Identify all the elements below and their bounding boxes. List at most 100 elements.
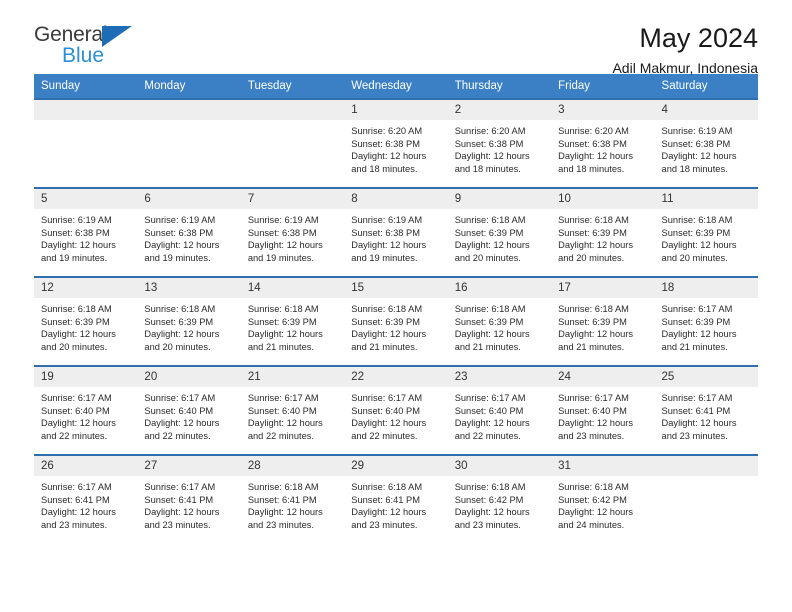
- day-sunset-text: Sunset: 6:41 PM: [351, 494, 420, 505]
- calendar-cell-day[interactable]: 29 Sunrise: 6:18 AM Sunset: 6:41 PM Dayligh…: [344, 454, 448, 544]
- day-sunset-text: Sunset: 6:39 PM: [351, 316, 420, 327]
- calendar-cell-day[interactable]: 31 Sunrise: 6:18 AM Sunset: 6:42 PM Dayligh…: [551, 454, 655, 544]
- day-daylight-text: and 20 minutes.: [661, 252, 728, 263]
- calendar-cell-day[interactable]: 13 Sunrise: 6:18 AM Sunset: 6:39 PM Dayligh…: [137, 276, 241, 366]
- day-sunrise-text: Sunrise: 6:18 AM: [454, 304, 526, 314]
- day-sunrise-text: Sunrise: 6:17 AM: [558, 393, 629, 403]
- calendar-cell-day[interactable]: 10 Sunrise: 6:18 AM Sunset: 6:39 PM Dayligh…: [551, 187, 655, 277]
- day-sunset-text: Sunset: 6:39 PM: [41, 316, 110, 327]
- day-details: Sunrise: 6:18 AM Sunset: 6:39 PM Daylight:…: [448, 209, 551, 264]
- day-number: [240, 100, 345, 120]
- day-daylight-text: and 20 minutes.: [41, 341, 108, 352]
- day-number: 12: [34, 278, 138, 298]
- day-daylight-text: and 23 minutes.: [558, 430, 625, 441]
- calendar-cell-day[interactable]: 26 Sunrise: 6:17 AM Sunset: 6:41 PM Dayligh…: [34, 454, 138, 544]
- day-sunset-text: Sunset: 6:41 PM: [661, 405, 731, 416]
- day-daylight-text: and 21 minutes.: [247, 341, 314, 352]
- day-sunset-text: Sunset: 6:38 PM: [247, 227, 317, 238]
- calendar-cell-day[interactable]: 11 Sunrise: 6:18 AM Sunset: 6:39 PM Dayligh…: [654, 187, 758, 277]
- day-sunrise-text: Sunrise: 6:17 AM: [247, 393, 319, 403]
- calendar-cell-day[interactable]: 19 Sunrise: 6:17 AM Sunset: 6:40 PM Dayligh…: [34, 365, 138, 455]
- day-number: 13: [137, 278, 241, 298]
- day-number: 28: [240, 456, 345, 476]
- calendar-wrapper: Sunday Monday Tuesday Wednesday Thursday…: [34, 74, 758, 544]
- calendar-cell-day[interactable]: 3 Sunrise: 6:20 AM Sunset: 6:38 PM Daylight…: [551, 98, 655, 188]
- calendar-cell-day[interactable]: 2 Sunrise: 6:20 AM Sunset: 6:38 PM Daylight…: [447, 98, 552, 188]
- day-details: Sunrise: 6:17 AM Sunset: 6:40 PM Daylight:…: [34, 387, 137, 442]
- calendar-week-row: 26 Sunrise: 6:17 AM Sunset: 6:41 PM Dayligh…: [34, 454, 758, 544]
- day-daylight-text: and 22 minutes.: [454, 430, 521, 441]
- calendar-cell-day[interactable]: 16 Sunrise: 6:18 AM Sunset: 6:39 PM Dayligh…: [447, 276, 552, 366]
- day-daylight-text: Daylight: 12 hours: [661, 418, 737, 429]
- day-number: 6: [137, 189, 241, 209]
- day-details: Sunrise: 6:17 AM Sunset: 6:39 PM Daylight:…: [655, 298, 758, 353]
- day-number: 26: [34, 456, 138, 476]
- calendar-cell-day[interactable]: 25 Sunrise: 6:17 AM Sunset: 6:41 PM Dayligh…: [654, 365, 758, 455]
- day-details: Sunrise: 6:17 AM Sunset: 6:40 PM Daylight:…: [344, 387, 447, 442]
- calendar-cell-day[interactable]: 22 Sunrise: 6:17 AM Sunset: 6:40 PM Dayligh…: [344, 365, 448, 455]
- calendar-cell-day[interactable]: 30 Sunrise: 6:18 AM Sunset: 6:42 PM Dayligh…: [447, 454, 552, 544]
- day-number: 17: [551, 278, 655, 298]
- day-daylight-text: and 21 minutes.: [351, 341, 418, 352]
- day-number: 5: [34, 189, 138, 209]
- calendar-cell-day[interactable]: 12 Sunrise: 6:18 AM Sunset: 6:39 PM Dayligh…: [34, 276, 138, 366]
- day-daylight-text: and 21 minutes.: [661, 341, 728, 352]
- calendar-cell-day[interactable]: 7 Sunrise: 6:19 AM Sunset: 6:38 PM Daylight…: [240, 187, 345, 277]
- day-daylight-text: Daylight: 12 hours: [41, 507, 116, 518]
- day-details: Sunrise: 6:18 AM Sunset: 6:39 PM Daylight:…: [241, 298, 344, 353]
- day-details: Sunrise: 6:18 AM Sunset: 6:39 PM Daylight:…: [34, 298, 137, 353]
- day-daylight-text: and 19 minutes.: [144, 252, 211, 263]
- calendar-cell-day[interactable]: 9 Sunrise: 6:18 AM Sunset: 6:39 PM Daylight…: [447, 187, 552, 277]
- day-daylight-text: Daylight: 12 hours: [351, 329, 427, 340]
- day-number: 1: [344, 100, 448, 120]
- brand-name-blue: Blue: [62, 44, 105, 67]
- brand-name-general: General: [34, 23, 108, 46]
- day-number: 27: [137, 456, 241, 476]
- day-daylight-text: Daylight: 12 hours: [144, 329, 220, 340]
- day-daylight-text: Daylight: 12 hours: [661, 151, 737, 162]
- day-sunset-text: Sunset: 6:39 PM: [454, 316, 524, 327]
- day-number: 16: [447, 278, 552, 298]
- day-details: Sunrise: 6:18 AM Sunset: 6:42 PM Daylight:…: [551, 476, 654, 531]
- calendar-cell-day[interactable]: 18 Sunrise: 6:17 AM Sunset: 6:39 PM Dayligh…: [654, 276, 758, 366]
- day-daylight-text: Daylight: 12 hours: [41, 418, 116, 429]
- day-daylight-text: Daylight: 12 hours: [661, 240, 737, 251]
- day-daylight-text: Daylight: 12 hours: [454, 507, 530, 518]
- day-daylight-text: Daylight: 12 hours: [247, 240, 323, 251]
- brand-logo[interactable]: General Blue: [34, 24, 164, 67]
- calendar-cell-day[interactable]: 20 Sunrise: 6:17 AM Sunset: 6:40 PM Dayligh…: [137, 365, 241, 455]
- calendar-cell-day[interactable]: 8 Sunrise: 6:19 AM Sunset: 6:38 PM Daylight…: [344, 187, 448, 277]
- day-daylight-text: and 18 minutes.: [661, 163, 728, 174]
- calendar-cell-day[interactable]: 17 Sunrise: 6:18 AM Sunset: 6:39 PM Dayligh…: [551, 276, 655, 366]
- day-number: [34, 100, 138, 120]
- calendar-cell-day[interactable]: 15 Sunrise: 6:18 AM Sunset: 6:39 PM Dayligh…: [344, 276, 448, 366]
- day-daylight-text: and 20 minutes.: [454, 252, 521, 263]
- calendar-cell-day[interactable]: 21 Sunrise: 6:17 AM Sunset: 6:40 PM Dayligh…: [240, 365, 345, 455]
- day-sunset-text: Sunset: 6:39 PM: [558, 316, 627, 327]
- day-daylight-text: and 23 minutes.: [247, 519, 314, 530]
- day-sunrise-text: Sunrise: 6:20 AM: [558, 126, 629, 136]
- day-sunrise-text: Sunrise: 6:18 AM: [558, 482, 629, 492]
- calendar-cell-day[interactable]: 4 Sunrise: 6:19 AM Sunset: 6:38 PM Daylight…: [654, 98, 758, 188]
- day-daylight-text: Daylight: 12 hours: [144, 240, 220, 251]
- calendar-cell-day[interactable]: 5 Sunrise: 6:19 AM Sunset: 6:38 PM Daylight…: [34, 187, 138, 277]
- day-daylight-text: and 21 minutes.: [558, 341, 625, 352]
- day-sunset-text: Sunset: 6:40 PM: [558, 405, 627, 416]
- day-details: Sunrise: 6:19 AM Sunset: 6:38 PM Daylight:…: [34, 209, 137, 264]
- calendar-cell-day[interactable]: 6 Sunrise: 6:19 AM Sunset: 6:38 PM Daylight…: [137, 187, 241, 277]
- day-number: 20: [137, 367, 241, 387]
- day-sunset-text: Sunset: 6:38 PM: [351, 138, 420, 149]
- calendar-cell-day[interactable]: 24 Sunrise: 6:17 AM Sunset: 6:40 PM Dayligh…: [551, 365, 655, 455]
- day-daylight-text: and 21 minutes.: [454, 341, 521, 352]
- calendar-cell-day[interactable]: 1 Sunrise: 6:20 AM Sunset: 6:38 PM Daylight…: [344, 98, 448, 188]
- calendar-table: Sunday Monday Tuesday Wednesday Thursday…: [34, 74, 758, 544]
- day-sunrise-text: Sunrise: 6:18 AM: [247, 304, 319, 314]
- calendar-cell-day[interactable]: 28 Sunrise: 6:18 AM Sunset: 6:41 PM Dayligh…: [240, 454, 345, 544]
- calendar-cell-day[interactable]: 27 Sunrise: 6:17 AM Sunset: 6:41 PM Dayligh…: [137, 454, 241, 544]
- day-daylight-text: and 19 minutes.: [351, 252, 418, 263]
- calendar-cell-day[interactable]: 23 Sunrise: 6:17 AM Sunset: 6:40 PM Dayligh…: [447, 365, 552, 455]
- day-daylight-text: and 19 minutes.: [41, 252, 108, 263]
- day-daylight-text: and 18 minutes.: [558, 163, 625, 174]
- weekday-header-row: Sunday Monday Tuesday Wednesday Thursday…: [34, 74, 758, 99]
- calendar-cell-day[interactable]: 14 Sunrise: 6:18 AM Sunset: 6:39 PM Dayligh…: [240, 276, 345, 366]
